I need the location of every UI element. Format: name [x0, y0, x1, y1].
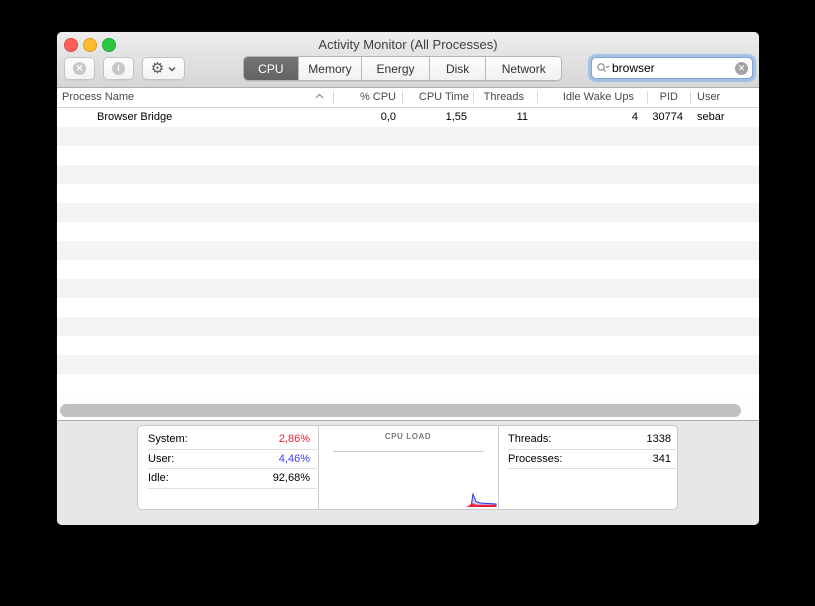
search-scope-icon[interactable] — [596, 62, 610, 74]
toolbar: ✕ i ⚙ CPU Memory Energy Disk Network — [57, 56, 759, 87]
column-header-user[interactable]: User — [690, 88, 759, 107]
stat-label: Idle: — [148, 472, 169, 484]
table-header: Process Name % CPU CPU Time Threads Idle… — [57, 88, 759, 108]
stat-row-system: System: 2,86% — [148, 430, 317, 450]
gear-icon: ⚙ — [151, 61, 164, 76]
cpu-load-graph — [463, 493, 497, 507]
column-header-cpu-time[interactable]: CPU Time — [402, 88, 473, 107]
cell-pid: 30774 — [647, 108, 690, 127]
process-table: Browser Bridge 0,0 1,55 11 4 30774 sebar — [57, 108, 759, 398]
cpu-load-section: CPU LOAD — [318, 426, 498, 509]
column-divider — [537, 91, 538, 104]
search-input[interactable] — [612, 61, 735, 75]
tab-memory-label: Memory — [308, 62, 351, 76]
column-header-process-name[interactable]: Process Name — [62, 88, 312, 107]
column-header-threads[interactable]: Threads — [473, 88, 537, 107]
tab-energy[interactable]: Energy — [362, 57, 430, 80]
column-divider — [690, 91, 691, 104]
tab-disk-label: Disk — [446, 62, 469, 76]
clear-search-icon[interactable]: ✕ — [735, 62, 748, 75]
title-bar: Activity Monitor (All Processes) — [57, 32, 759, 56]
cell-idle-wake-ups: 4 — [537, 108, 647, 127]
tab-cpu[interactable]: CPU — [244, 57, 299, 80]
tab-network-label: Network — [502, 62, 546, 76]
stat-value: 341 — [653, 453, 671, 465]
window-title: Activity Monitor (All Processes) — [57, 32, 759, 56]
stat-row-processes: Processes: 341 — [508, 450, 678, 470]
tab-disk[interactable]: Disk — [430, 57, 487, 80]
stat-label: Processes: — [508, 453, 562, 465]
footer-panel: System: 2,86% User: 4,46% Idle: 92,68% C… — [57, 421, 759, 525]
column-divider — [647, 91, 648, 104]
activity-monitor-window: Activity Monitor (All Processes) ✕ i ⚙ C… — [57, 32, 759, 525]
column-divider — [473, 91, 474, 104]
stat-label: System: — [148, 433, 188, 445]
stat-row-idle: Idle: 92,68% — [148, 469, 317, 489]
stat-value: 1338 — [647, 433, 671, 445]
tab-memory[interactable]: Memory — [299, 57, 363, 80]
info-icon: i — [112, 62, 125, 75]
table-zebra-stripes — [57, 108, 759, 380]
cell-cpu-time: 1,55 — [402, 108, 473, 127]
chevron-down-icon — [168, 66, 176, 72]
cpu-load-gridline — [333, 451, 484, 452]
horizontal-scrollbar-track[interactable] — [57, 398, 759, 421]
stat-row-threads: Threads: 1338 — [508, 430, 678, 450]
stat-label: Threads: — [508, 433, 551, 445]
cpu-stats-box: System: 2,86% User: 4,46% Idle: 92,68% C… — [137, 425, 678, 510]
column-divider — [333, 91, 334, 104]
horizontal-scrollbar-thumb[interactable] — [60, 404, 741, 417]
tab-energy-label: Energy — [377, 62, 415, 76]
inspect-process-button[interactable]: i — [103, 57, 134, 80]
cell-threads: 11 — [473, 108, 537, 127]
quit-process-button[interactable]: ✕ — [64, 57, 95, 80]
tab-cpu-label: CPU — [258, 62, 283, 76]
settings-button[interactable]: ⚙ — [142, 57, 185, 80]
tab-network[interactable]: Network — [486, 57, 561, 80]
stat-value: 4,46% — [279, 453, 310, 465]
counts-section: Threads: 1338 Processes: 341 — [498, 426, 679, 509]
table-row[interactable]: Browser Bridge 0,0 1,55 11 4 30774 sebar — [57, 108, 759, 127]
cell-user: sebar — [690, 108, 759, 127]
view-segmented-control: CPU Memory Energy Disk Network — [243, 56, 562, 81]
column-header-pid[interactable]: PID — [647, 88, 690, 107]
search-field[interactable]: ✕ — [591, 57, 753, 79]
sort-ascending-icon — [315, 93, 324, 100]
cpu-load-title: CPU LOAD — [318, 432, 498, 441]
stat-row-user: User: 4,46% — [148, 450, 317, 470]
stop-icon: ✕ — [73, 62, 86, 75]
cpu-usage-section: System: 2,86% User: 4,46% Idle: 92,68% — [138, 426, 318, 509]
column-divider — [402, 91, 403, 104]
column-header-idle-wake-ups[interactable]: Idle Wake Ups — [537, 88, 647, 107]
stat-value: 2,86% — [279, 433, 310, 445]
cell-cpu: 0,0 — [333, 108, 402, 127]
cell-process-name: Browser Bridge — [97, 108, 327, 127]
stat-label: User: — [148, 453, 174, 465]
stat-value: 92,68% — [273, 472, 310, 484]
window-chrome: Activity Monitor (All Processes) ✕ i ⚙ C… — [57, 32, 759, 88]
column-header-cpu[interactable]: % CPU — [333, 88, 402, 107]
